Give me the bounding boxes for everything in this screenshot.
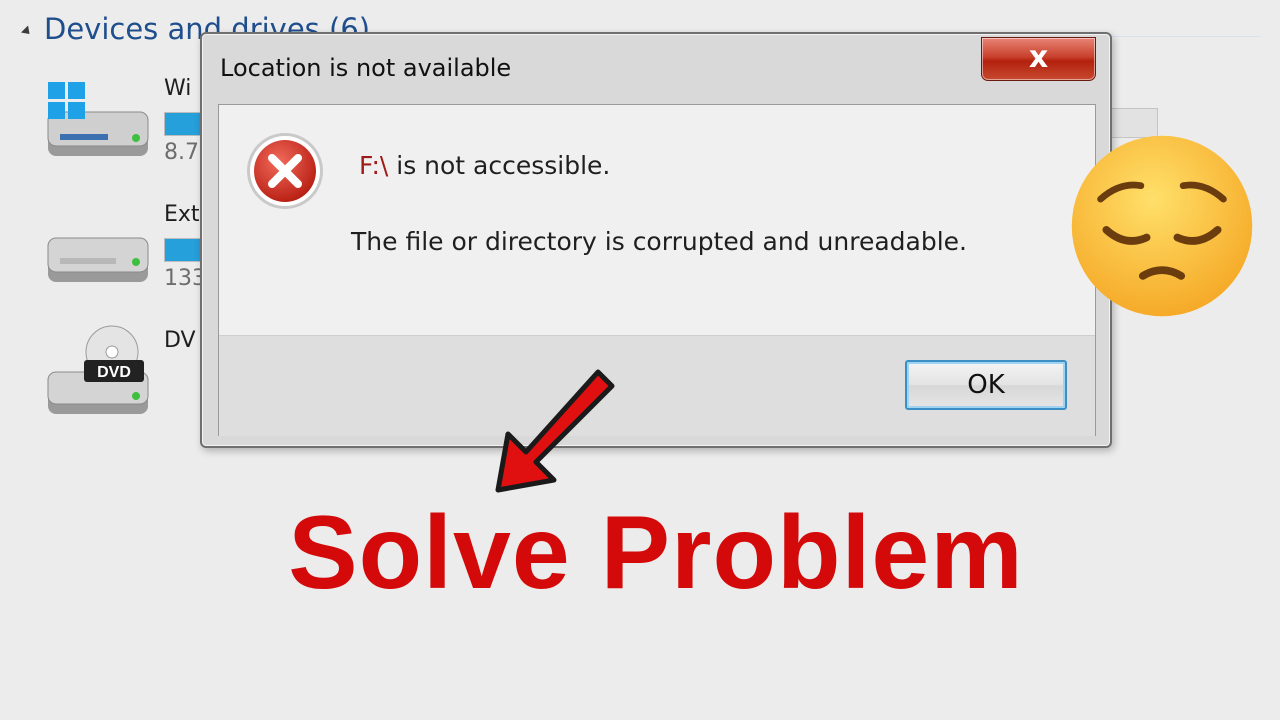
dialog-body: F:\ is not accessible. The file or direc… — [218, 104, 1096, 436]
headline-text: Solve Problem — [288, 495, 1024, 611]
dvd-drive-icon: DVD — [47, 325, 149, 414]
drive-name: Wi — [164, 76, 192, 101]
pensive-face-icon — [1071, 135, 1253, 317]
drive-item-external[interactable]: Ext 133 — [40, 198, 226, 298]
ok-button[interactable]: OK — [905, 360, 1067, 410]
message-area: F:\ is not accessible. The file or direc… — [219, 105, 1095, 335]
error-detail: The file or directory is corrupted and u… — [351, 227, 967, 256]
drive-usage-fill — [165, 239, 201, 261]
drive-size: 8.7 — [164, 140, 199, 165]
close-button[interactable]: x — [981, 37, 1096, 81]
external-drive-icon — [47, 237, 149, 282]
close-icon: x — [1028, 40, 1049, 75]
error-message: F:\ is not accessible. — [359, 151, 610, 180]
dialog-title: Location is not available — [220, 54, 512, 82]
button-bar: OK — [219, 335, 1095, 436]
error-icon — [247, 133, 323, 209]
dvd-badge-text: DVD — [97, 364, 131, 381]
collapse-arrow-icon[interactable] — [20, 24, 34, 38]
drive-letter: F:\ — [359, 151, 389, 180]
drive-item-dvd[interactable]: DVD DV — [40, 324, 210, 424]
windows-drive-icon — [47, 82, 149, 156]
error-message-text: is not accessible. — [388, 151, 611, 180]
error-dialog: Location is not available x F:\ is not a… — [200, 32, 1112, 448]
drive-name: DV — [164, 328, 196, 353]
red-arrow-icon — [495, 369, 615, 493]
drive-item-windows[interactable]: Wi 8.7 — [40, 72, 226, 172]
drive-name: Ext — [164, 202, 200, 227]
